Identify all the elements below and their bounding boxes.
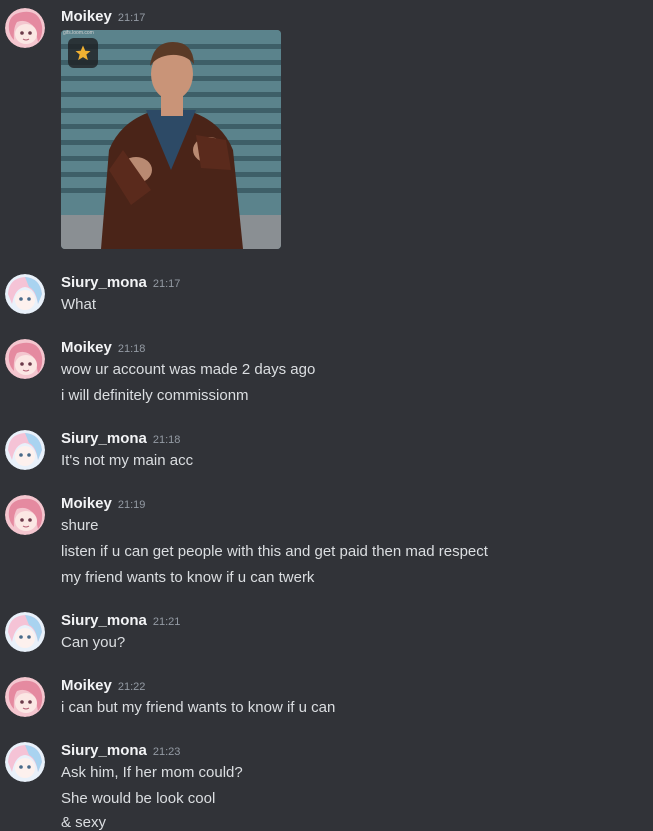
message-header: Siury_mona 21:17 (61, 274, 180, 292)
message-text: wow ur account was made 2 days ago (61, 361, 316, 378)
avatar[interactable] (5, 8, 45, 48)
gif-watermark: gifs.loom.com (63, 30, 94, 36)
author-name[interactable]: Moikey (61, 339, 112, 356)
timestamp[interactable]: 21:17 (118, 12, 146, 24)
author-name[interactable]: Moikey (61, 8, 112, 25)
message-header: Moikey 21:19 (61, 495, 145, 513)
message-text: shure (61, 517, 99, 534)
message-header: Siury_mona 21:18 (61, 430, 180, 448)
gif-embed[interactable]: gifs.loom.com (61, 30, 281, 249)
timestamp[interactable]: 21:21 (153, 616, 181, 628)
timestamp[interactable]: 21:22 (118, 681, 146, 693)
message-header: Moikey 21:17 (61, 8, 145, 26)
message-text: i can but my friend wants to know if u c… (61, 699, 336, 716)
message-header: Siury_mona 21:23 (61, 742, 180, 760)
message-text: It's not my main acc (61, 452, 194, 469)
author-name[interactable]: Siury_mona (61, 612, 147, 629)
avatar[interactable] (5, 742, 45, 782)
avatar[interactable] (5, 495, 45, 535)
message-text: & sexy (61, 814, 107, 831)
avatar[interactable] (5, 339, 45, 379)
message-text: Ask him, If her mom could? (61, 764, 243, 781)
message-header: Moikey 21:18 (61, 339, 145, 357)
author-name[interactable]: Siury_mona (61, 430, 147, 447)
favorite-button[interactable] (68, 38, 98, 68)
timestamp[interactable]: 21:23 (153, 746, 181, 758)
message-header: Siury_mona 21:21 (61, 612, 180, 630)
author-name[interactable]: Siury_mona (61, 274, 147, 291)
message-text: What (61, 296, 97, 313)
avatar[interactable] (5, 274, 45, 314)
message-text: i will definitely commissionm (61, 387, 249, 404)
message-text: my friend wants to know if u can twerk (61, 569, 315, 586)
message-text: listen if u can get people with this and… (61, 543, 488, 560)
message-text: She would be look cool (61, 790, 216, 807)
avatar[interactable] (5, 612, 45, 652)
avatar[interactable] (5, 430, 45, 470)
star-icon (74, 44, 92, 62)
message-text: Can you? (61, 634, 126, 651)
message-header: Moikey 21:22 (61, 677, 145, 695)
timestamp[interactable]: 21:18 (153, 434, 181, 446)
author-name[interactable]: Moikey (61, 677, 112, 694)
timestamp[interactable]: 21:17 (153, 278, 181, 290)
avatar[interactable] (5, 677, 45, 717)
author-name[interactable]: Siury_mona (61, 742, 147, 759)
timestamp[interactable]: 21:19 (118, 499, 146, 511)
author-name[interactable]: Moikey (61, 495, 112, 512)
timestamp[interactable]: 21:18 (118, 343, 146, 355)
